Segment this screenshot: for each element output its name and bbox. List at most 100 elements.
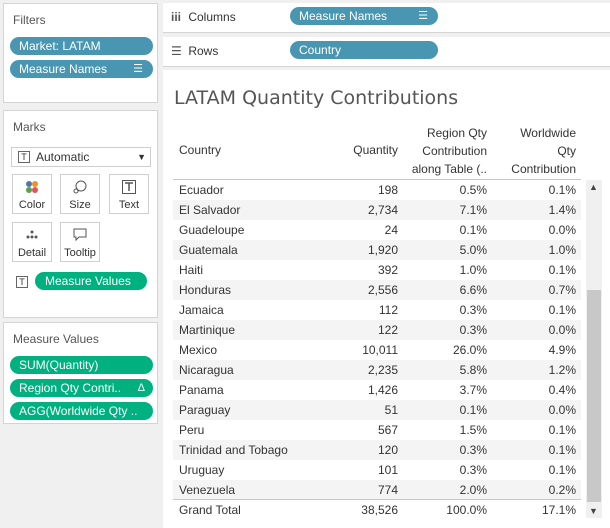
marks-measure-values-pill[interactable]: Measure Values xyxy=(35,272,147,290)
grand-total-worldwide: 17.1% xyxy=(541,503,576,517)
row-region-contribution: 2.0% xyxy=(459,483,487,497)
row-country: Honduras xyxy=(179,283,232,297)
row-country: Venezuela xyxy=(179,483,236,497)
table-row[interactable]: Paraguay 51 0.1% 0.0% xyxy=(173,400,581,420)
table-row[interactable]: Panama 1,426 3.7% 0.4% xyxy=(173,380,581,400)
row-region-contribution: 1.0% xyxy=(459,263,487,277)
table-row[interactable]: Venezuela 774 2.0% 0.2% xyxy=(173,480,581,500)
filter-pill-measure-names-label: Measure Names xyxy=(19,62,108,76)
row-region-contribution: 5.0% xyxy=(459,243,487,257)
measure-pill-sum-quantity[interactable]: SUM(Quantity) xyxy=(10,356,153,374)
marks-text-button[interactable]: Text xyxy=(109,174,149,214)
row-country: Peru xyxy=(179,423,205,437)
scroll-thumb[interactable] xyxy=(587,290,601,502)
measure-pill-worldwide-qty[interactable]: AGG(Worldwide Qty .. xyxy=(10,402,153,420)
marks-card: Marks T Automatic ▼ Color Size Text Deta… xyxy=(3,110,158,318)
row-quantity: 51 xyxy=(384,403,398,417)
row-quantity: 2,734 xyxy=(367,203,398,217)
row-quantity: 2,235 xyxy=(367,363,398,377)
delta-icon: Δ xyxy=(137,382,145,394)
table-row[interactable]: Nicaragua 2,235 5.8% 1.2% xyxy=(173,360,581,380)
mark-type-dropdown[interactable]: T Automatic ▼ xyxy=(11,147,151,167)
row-region-contribution: 0.3% xyxy=(459,463,487,477)
row-quantity: 10,011 xyxy=(362,343,398,357)
rows-pill-label: Country xyxy=(299,43,342,57)
columns-shelf[interactable]: iii Columns Measure Names ☰ xyxy=(163,3,610,33)
columns-pill-measure-names[interactable]: Measure Names ☰ xyxy=(290,7,438,25)
columns-shelf-label: iii Columns xyxy=(171,10,236,24)
chevron-down-icon: ▼ xyxy=(137,152,146,162)
filter-pill-market-label: Market: LATAM xyxy=(19,39,101,53)
marks-size-button[interactable]: Size xyxy=(60,174,100,214)
text-mark-icon: T xyxy=(18,151,30,163)
table-row[interactable]: Guadeloupe 24 0.1% 0.0% xyxy=(173,220,581,240)
grand-total-row: Grand Total 38,526 100.0% 17.1% xyxy=(173,500,581,520)
measure-pill-region-qty[interactable]: Region Qty Contri.. Δ xyxy=(10,379,153,397)
table-row[interactable]: Martinique 122 0.3% 0.0% xyxy=(173,320,581,340)
table-row[interactable]: Jamaica 112 0.3% 0.1% xyxy=(173,300,581,320)
table-row[interactable]: Honduras 2,556 6.6% 0.7% xyxy=(173,280,581,300)
rows-shelf[interactable]: ☰ Rows Country xyxy=(163,37,610,67)
scroll-up-icon[interactable]: ▲ xyxy=(589,182,598,192)
row-worldwide-contribution: 0.0% xyxy=(548,223,576,237)
measure-pill-sum-quantity-label: SUM(Quantity) xyxy=(19,358,99,372)
row-country: Guatemala xyxy=(179,243,238,257)
table-row[interactable]: Mexico 10,011 26.0% 4.9% xyxy=(173,340,581,360)
table-row[interactable]: Peru 567 1.5% 0.1% xyxy=(173,420,581,440)
detail-icon xyxy=(13,227,51,247)
header-region-qty[interactable]: Region Qty Contribution along Table (.. xyxy=(399,124,487,178)
header-worldwide-qty[interactable]: Worldwide Qty Contribution xyxy=(493,124,576,178)
filter-pill-measure-names[interactable]: Measure Names ☰ xyxy=(10,60,153,78)
table-row[interactable]: Uruguay 101 0.3% 0.1% xyxy=(173,460,581,480)
grand-total-quantity: 38,526 xyxy=(361,503,398,517)
viz-view: LATAM Quantity Contributions Country Qua… xyxy=(163,70,610,528)
row-region-contribution: 26.0% xyxy=(452,343,487,357)
row-country: Ecuador xyxy=(179,183,224,197)
row-quantity: 24 xyxy=(384,223,398,237)
row-quantity: 1,426 xyxy=(367,383,398,397)
header-worldwide-line-3: Contribution xyxy=(511,162,576,176)
row-region-contribution: 7.1% xyxy=(459,203,487,217)
measure-values-card: Measure Values SUM(Quantity) Region Qty … xyxy=(3,322,158,424)
filter-list-icon: ☰ xyxy=(133,63,143,75)
row-quantity: 567 xyxy=(377,423,398,437)
filter-list-icon: ☰ xyxy=(418,10,428,22)
mark-type-value: Automatic xyxy=(36,150,90,164)
header-country[interactable]: Country xyxy=(179,141,221,159)
marks-detail-button[interactable]: Detail xyxy=(12,222,52,262)
row-quantity: 198 xyxy=(377,183,398,197)
marks-color-button[interactable]: Color xyxy=(12,174,52,214)
marks-text-label: Text xyxy=(118,199,140,211)
row-quantity: 122 xyxy=(377,323,398,337)
table-row[interactable]: El Salvador 2,734 7.1% 1.4% xyxy=(173,200,581,220)
filters-card: Filters Market: LATAM Measure Names ☰ xyxy=(3,3,158,103)
vertical-scrollbar[interactable]: ▲ ▼ xyxy=(586,180,602,518)
view-title: LATAM Quantity Contributions xyxy=(174,87,459,109)
header-quantity[interactable]: Quantity xyxy=(323,141,398,159)
grand-total-country: Grand Total xyxy=(179,503,241,517)
row-region-contribution: 0.1% xyxy=(459,403,487,417)
row-worldwide-contribution: 1.2% xyxy=(548,363,576,377)
row-worldwide-contribution: 1.0% xyxy=(548,243,576,257)
row-worldwide-contribution: 0.1% xyxy=(548,183,576,197)
rows-shelf-label: ☰ Rows xyxy=(171,44,218,58)
marks-size-label: Size xyxy=(69,199,91,211)
size-icon xyxy=(61,179,99,199)
scroll-down-icon[interactable]: ▼ xyxy=(589,506,598,516)
header-region-line-2: Contribution xyxy=(422,144,487,158)
table-row[interactable]: Ecuador 198 0.5% 0.1% xyxy=(173,180,581,200)
row-worldwide-contribution: 0.1% xyxy=(548,463,576,477)
table-row[interactable]: Haiti 392 1.0% 0.1% xyxy=(173,260,581,280)
marks-title: Marks xyxy=(13,120,46,134)
filter-pill-market[interactable]: Market: LATAM xyxy=(10,37,153,55)
row-worldwide-contribution: 0.4% xyxy=(548,383,576,397)
measure-pill-region-qty-label: Region Qty Contri.. xyxy=(19,381,122,395)
table-row[interactable]: Guatemala 1,920 5.0% 1.0% xyxy=(173,240,581,260)
marks-tooltip-button[interactable]: Tooltip xyxy=(60,222,100,262)
row-region-contribution: 0.1% xyxy=(459,223,487,237)
row-quantity: 774 xyxy=(377,483,398,497)
row-country: Guadeloupe xyxy=(179,223,245,237)
table-row[interactable]: Trinidad and Tobago 120 0.3% 0.1% xyxy=(173,440,581,460)
rows-pill-country[interactable]: Country xyxy=(290,41,438,59)
row-region-contribution: 0.3% xyxy=(459,443,487,457)
